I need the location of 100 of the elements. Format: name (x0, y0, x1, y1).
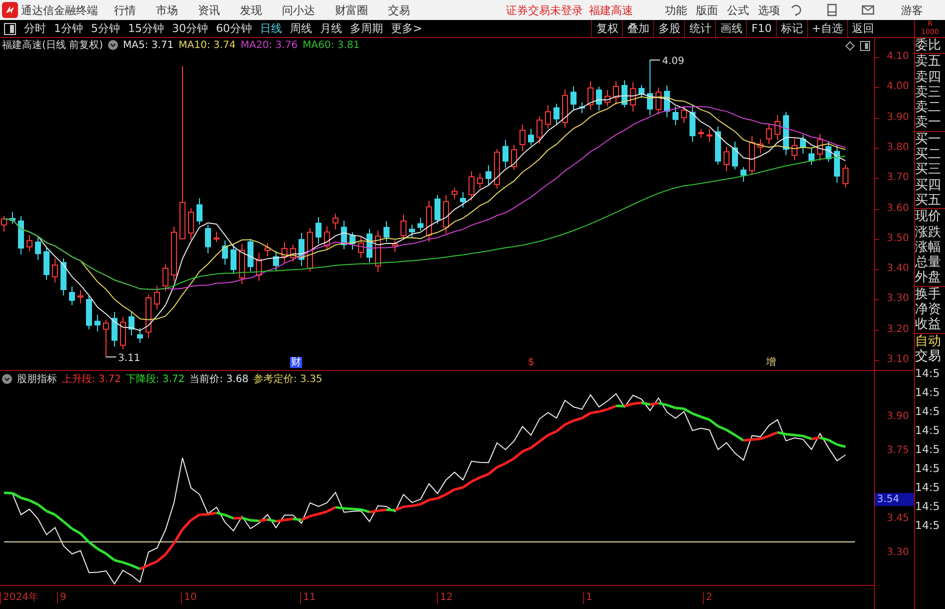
candlestick (579, 102, 585, 114)
toolbar-button[interactable]: +自选 (806, 20, 847, 37)
candlestick (570, 86, 576, 110)
menu-item[interactable]: 发现 (240, 2, 262, 18)
mail-icon[interactable] (861, 3, 875, 17)
menu-item[interactable]: 财富圈 (335, 2, 368, 18)
trade-time: 14:5 (915, 385, 941, 402)
event-marker[interactable]: $ (527, 357, 536, 368)
candlestick (154, 285, 160, 310)
candlestick (672, 106, 678, 126)
quote-label: 涨跌 (915, 224, 942, 240)
event-marker[interactable]: 增 (765, 357, 777, 368)
candlestick (103, 319, 109, 358)
period-tab[interactable]: 15分钟 (124, 21, 168, 36)
candlestick (146, 294, 152, 339)
candlestick (647, 60, 653, 116)
user-label[interactable]: 游客 (901, 2, 923, 18)
candlestick (520, 124, 526, 152)
menu-item[interactable]: 选项 (758, 2, 780, 18)
toolbar-button[interactable]: F10 (746, 20, 776, 37)
candlestick (426, 200, 432, 242)
login-notice[interactable]: 证券交易未登录 (506, 2, 583, 18)
quote-label: 现价 (915, 209, 942, 225)
trade-time: 14:5 (915, 480, 941, 496)
menu-item[interactable]: 版面 (696, 2, 718, 18)
price-tick: 3.50 (886, 232, 909, 245)
toolbar-button[interactable]: 统计 (684, 20, 716, 37)
indicator-reading: 下降段: 3.72 (126, 373, 185, 386)
event-marker[interactable]: 财 (290, 357, 302, 368)
menu-item[interactable]: 公式 (727, 2, 749, 18)
candlestick (375, 230, 381, 272)
window-icon[interactable] (860, 41, 870, 51)
candlestick (808, 147, 814, 166)
toolbar-button[interactable]: 叠加 (622, 20, 654, 37)
logo-icon (2, 2, 18, 18)
diamond-icon[interactable] (845, 41, 855, 51)
candlestick (78, 290, 84, 304)
period-tab[interactable]: 日线 (256, 21, 286, 36)
toolbar-button[interactable]: 画线 (715, 20, 746, 37)
toolbar-button[interactable]: 标记 (776, 20, 807, 37)
period-tab[interactable]: 60分钟 (212, 21, 256, 36)
mode-label[interactable]: 交易 (915, 348, 945, 364)
candlestick (324, 226, 330, 250)
menu-item[interactable]: 功能 (665, 2, 687, 18)
indicator-reading: 参考定价: 3.35 (253, 372, 322, 386)
quote-label: 买四 (915, 178, 942, 193)
period-tab[interactable]: 30分钟 (168, 21, 212, 36)
panel-icon[interactable] (4, 22, 16, 34)
chevron-icon[interactable] (108, 40, 118, 50)
candlestick (273, 250, 279, 271)
trade-time: 14:5 (915, 461, 941, 478)
indicator-tick: 3.90 (886, 411, 909, 423)
period-tab[interactable]: 多周期 (346, 21, 387, 36)
candlestick (554, 103, 560, 126)
candlestick (690, 105, 696, 142)
price-tick: 3.70 (886, 172, 909, 184)
menu-item[interactable]: 交易 (388, 2, 410, 18)
period-tab[interactable]: 1分钟 (50, 21, 87, 36)
candlestick (681, 106, 687, 124)
menu-item[interactable]: 行情 (114, 2, 136, 18)
candlestick (562, 88, 568, 128)
trade-time: 14:5 (915, 499, 941, 516)
candlestick (494, 148, 500, 190)
mode-label[interactable]: 自动 (915, 334, 945, 349)
candlestick (290, 244, 296, 262)
candlestick (664, 85, 670, 118)
menu-item[interactable]: 市场 (156, 2, 178, 18)
quote-label: 总量 (915, 255, 942, 270)
date-label: 2024年 (0, 592, 38, 604)
candlestick (44, 247, 50, 280)
candlestick (613, 80, 619, 105)
period-tab[interactable]: 5分钟 (87, 21, 124, 36)
quote-label: 卖二 (915, 100, 942, 116)
period-tab[interactable]: 周线 (286, 21, 316, 36)
quote-label: 买三 (915, 162, 942, 178)
trade-time: 14:5 (915, 366, 941, 382)
candlestick (715, 126, 721, 166)
toolbar-button[interactable]: 多股 (653, 20, 684, 37)
period-tab[interactable]: 分时 (20, 21, 50, 36)
candlestick (137, 328, 143, 344)
candlestick (69, 286, 75, 306)
candlestick (698, 128, 704, 138)
app-title: 通达信金融终端 (21, 2, 98, 18)
toolbar-button[interactable]: 返回 (847, 20, 878, 37)
candlestick (842, 164, 848, 188)
candlestick (706, 128, 712, 142)
toolbar-button[interactable]: 复权 (591, 20, 622, 37)
candlestick (26, 234, 32, 252)
device-icon[interactable] (825, 3, 839, 17)
menu-item[interactable]: 问小达 (282, 2, 315, 18)
period-tab[interactable]: 月线 (316, 21, 346, 36)
price-tick: 3.90 (886, 112, 909, 124)
period-tab[interactable]: 更多> (387, 21, 426, 36)
chevron-icon[interactable] (2, 374, 12, 384)
candlestick (774, 114, 780, 140)
quote-label: 换手 (915, 286, 942, 302)
menu-item[interactable]: 资讯 (198, 2, 220, 18)
candlestick (826, 142, 832, 162)
candlestick (282, 242, 288, 264)
date-label: 2 (703, 592, 712, 604)
